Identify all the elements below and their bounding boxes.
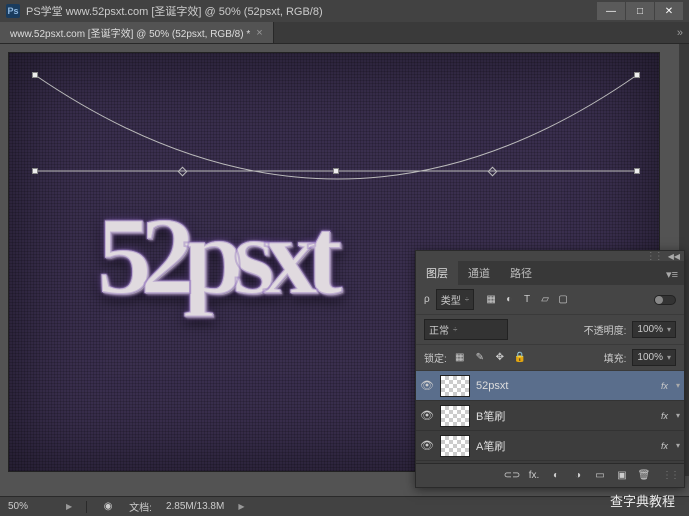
lock-row: 锁定: ▦ ✎ ✥ 🔒 填充: 100% ▾ bbox=[416, 345, 684, 371]
dropdown-arrow-icon: ÷ bbox=[465, 295, 469, 304]
filter-toggle[interactable] bbox=[654, 295, 676, 305]
window-titlebar: Ps PS学堂 www.52psxt.com [圣诞字效] @ 50% (52p… bbox=[0, 0, 689, 22]
dropdown-arrow-icon: ▾ bbox=[667, 353, 671, 362]
layer-name[interactable]: 52psxt bbox=[476, 380, 655, 392]
minimize-button[interactable]: — bbox=[597, 2, 625, 20]
layers-panel: ⋮⋮ ◀◀ 图层 通道 路径 ▾≡ ρ 类型 ÷ ▦ ◐ T ▱ ▢ 正常 ÷ … bbox=[415, 250, 685, 488]
new-group-icon[interactable]: ▭ bbox=[592, 468, 608, 484]
filter-pixel-icon[interactable]: ▦ bbox=[484, 293, 498, 307]
fill-input[interactable]: 100% ▾ bbox=[632, 349, 676, 366]
transform-handle-tr[interactable] bbox=[634, 72, 640, 78]
lock-transparent-icon[interactable]: ▦ bbox=[453, 351, 467, 365]
zoom-level[interactable]: 50% bbox=[8, 501, 52, 512]
fx-badge[interactable]: fx bbox=[661, 441, 668, 451]
canvas-text-content: 52psxt bbox=[97, 201, 331, 311]
layer-thumbnail[interactable] bbox=[440, 375, 470, 397]
panel-collapse-bar[interactable]: ⋮⋮ ◀◀ bbox=[416, 251, 684, 261]
panel-grip-icon: ⋮⋮ bbox=[646, 251, 662, 262]
filter-kind-dropdown[interactable]: 类型 ÷ bbox=[436, 289, 474, 310]
watermark-text: 查字典教程 bbox=[610, 491, 675, 510]
lock-label: 锁定: bbox=[424, 350, 447, 365]
tab-overflow-icon[interactable]: » bbox=[671, 27, 689, 39]
dropdown-arrow-icon: ÷ bbox=[453, 325, 457, 334]
add-mask-icon[interactable]: ◐ bbox=[548, 468, 564, 484]
layer-item[interactable]: 👁 A笔刷 fx ▾ bbox=[416, 431, 684, 461]
doc-size-value: 2.85M/13.8M bbox=[166, 501, 224, 512]
layer-thumbnail[interactable] bbox=[440, 405, 470, 427]
panel-tabs: 图层 通道 路径 ▾≡ bbox=[416, 261, 684, 285]
separator bbox=[86, 501, 87, 513]
fx-expand-icon[interactable]: ▾ bbox=[676, 381, 680, 390]
dropdown-arrow-icon: ▾ bbox=[667, 325, 671, 334]
blend-mode-dropdown[interactable]: 正常 ÷ bbox=[424, 319, 508, 340]
fx-badge[interactable]: fx bbox=[661, 411, 668, 421]
doc-size-label: 文档: bbox=[129, 499, 152, 514]
filter-type-icon[interactable]: T bbox=[520, 293, 534, 307]
layer-filter-row: ρ 类型 ÷ ▦ ◐ T ▱ ▢ bbox=[416, 285, 684, 315]
panel-menu-icon[interactable]: ▾≡ bbox=[660, 264, 684, 285]
filter-smart-icon[interactable]: ▢ bbox=[556, 293, 570, 307]
panel-resize-grip-icon[interactable]: ⋮⋮ bbox=[662, 470, 678, 481]
visibility-icon[interactable]: 👁 bbox=[420, 439, 434, 452]
filter-kind-label: 类型 bbox=[441, 292, 461, 307]
canvas-text: 52psxt bbox=[97, 201, 331, 311]
layer-thumbnail[interactable] bbox=[440, 435, 470, 457]
opacity-input[interactable]: 100% ▾ bbox=[632, 321, 676, 338]
transform-handle-mc[interactable] bbox=[333, 168, 339, 174]
opacity-label: 不透明度: bbox=[584, 322, 627, 337]
fx-expand-icon[interactable]: ▾ bbox=[676, 441, 680, 450]
transform-handle-mr[interactable] bbox=[634, 168, 640, 174]
window-controls: — □ ✕ bbox=[597, 2, 683, 20]
new-layer-icon[interactable]: ▣ bbox=[614, 468, 630, 484]
delete-layer-icon[interactable]: 🗑 bbox=[636, 468, 652, 484]
fill-value: 100% bbox=[637, 352, 663, 363]
visibility-icon[interactable]: 👁 bbox=[420, 409, 434, 422]
maximize-button[interactable]: □ bbox=[626, 2, 654, 20]
app-icon: Ps bbox=[6, 4, 20, 18]
transform-handle-ml[interactable] bbox=[32, 168, 38, 174]
visibility-icon[interactable]: 👁 bbox=[420, 379, 434, 392]
lock-paint-icon[interactable]: ✎ bbox=[473, 351, 487, 365]
blend-mode-value: 正常 bbox=[429, 322, 449, 337]
layer-list: 👁 52psxt fx ▾ 👁 B笔刷 fx ▾ 👁 A笔刷 fx ▾ bbox=[416, 371, 684, 463]
layer-item[interactable]: 👁 B笔刷 fx ▾ bbox=[416, 401, 684, 431]
transform-handle-tl[interactable] bbox=[32, 72, 38, 78]
tab-channels[interactable]: 通道 bbox=[458, 261, 500, 285]
lock-all-icon[interactable]: 🔒 bbox=[513, 351, 527, 365]
layer-name[interactable]: A笔刷 bbox=[476, 438, 655, 454]
layer-name[interactable]: B笔刷 bbox=[476, 408, 655, 424]
fill-label: 填充: bbox=[604, 350, 627, 365]
document-tabbar: www.52psxt.com [圣诞字效] @ 50% (52psxt, RGB… bbox=[0, 22, 689, 44]
tab-close-icon[interactable]: × bbox=[256, 27, 262, 39]
close-button[interactable]: ✕ bbox=[655, 2, 683, 20]
blend-mode-row: 正常 ÷ 不透明度: 100% ▾ bbox=[416, 315, 684, 345]
panel-footer: ⊂⊃ fx. ◐ ◑ ▭ ▣ 🗑 ⋮⋮ bbox=[416, 463, 684, 487]
opacity-value: 100% bbox=[637, 324, 663, 335]
add-fx-icon[interactable]: fx. bbox=[526, 468, 542, 484]
filter-adjust-icon[interactable]: ◐ bbox=[502, 293, 516, 307]
panel-collapse-icon[interactable]: ◀◀ bbox=[668, 252, 680, 261]
fx-badge[interactable]: fx bbox=[661, 381, 668, 391]
lock-position-icon[interactable]: ✥ bbox=[493, 351, 507, 365]
window-title: PS学堂 www.52psxt.com [圣诞字效] @ 50% (52psxt… bbox=[26, 3, 597, 19]
filter-kind-icon[interactable]: ρ bbox=[424, 294, 430, 305]
tab-layers[interactable]: 图层 bbox=[416, 261, 458, 285]
layer-item[interactable]: 👁 52psxt fx ▾ bbox=[416, 371, 684, 401]
add-adjustment-icon[interactable]: ◑ bbox=[570, 468, 586, 484]
document-tab[interactable]: www.52psxt.com [圣诞字效] @ 50% (52psxt, RGB… bbox=[0, 22, 274, 43]
tab-paths[interactable]: 路径 bbox=[500, 261, 542, 285]
filter-shape-icon[interactable]: ▱ bbox=[538, 293, 552, 307]
zoom-arrow-icon[interactable]: ▶ bbox=[66, 502, 72, 511]
fx-expand-icon[interactable]: ▾ bbox=[676, 411, 680, 420]
doc-arrow-icon[interactable]: ▶ bbox=[238, 502, 244, 511]
status-bar: 50% ▶ ◉ 文档: 2.85M/13.8M ▶ bbox=[0, 496, 689, 516]
document-tab-title: www.52psxt.com [圣诞字效] @ 50% (52psxt, RGB… bbox=[10, 25, 250, 40]
filter-icons: ▦ ◐ T ▱ ▢ bbox=[484, 293, 570, 307]
link-layers-icon[interactable]: ⊂⊃ bbox=[504, 468, 520, 484]
info-icon[interactable]: ◉ bbox=[101, 500, 115, 514]
